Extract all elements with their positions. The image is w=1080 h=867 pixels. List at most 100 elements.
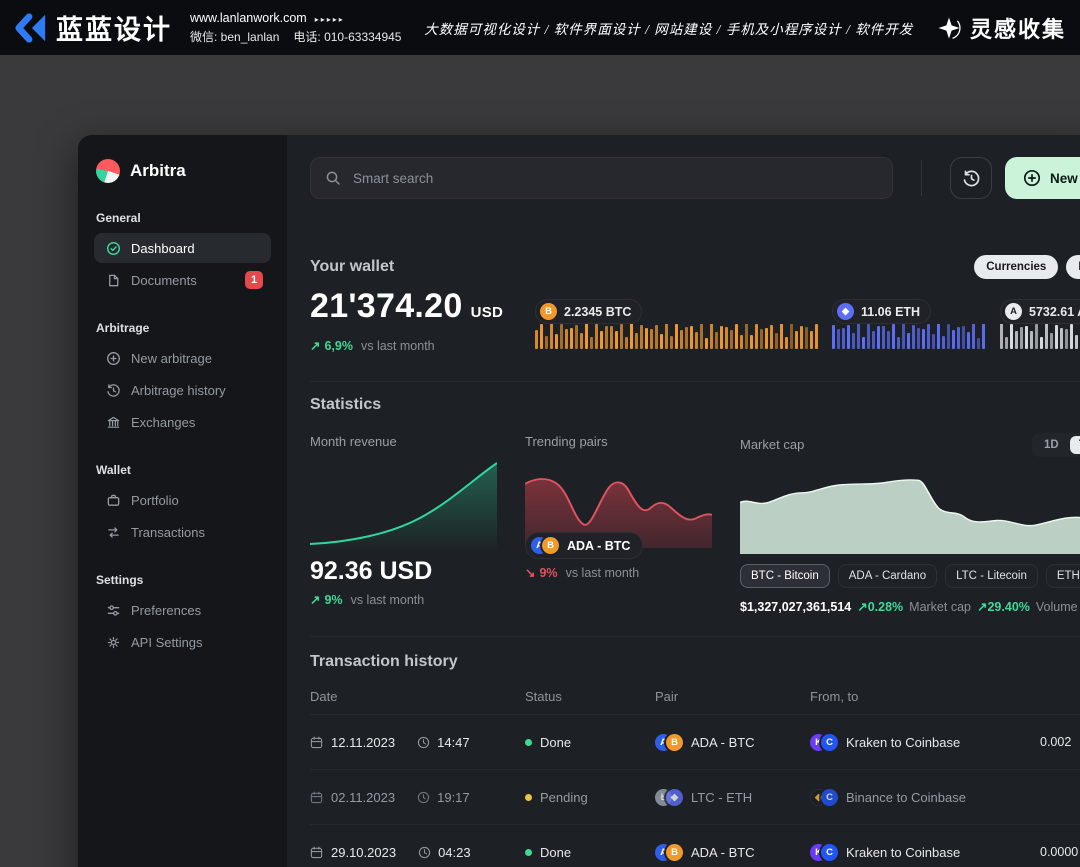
trending-pairs-card: Trending pairs	[525, 434, 712, 614]
dashboard-icon	[106, 241, 121, 256]
status-dot	[525, 849, 532, 856]
sidebar-item-arbitrage-history[interactable]: Arbitrage history	[94, 375, 271, 405]
ada-icon: A	[1005, 303, 1022, 320]
arbitra-logo-icon	[96, 159, 120, 183]
status-dot	[525, 794, 532, 801]
transaction-history-title: Transaction history	[310, 653, 1080, 671]
sidebar-item-new-arbitrage[interactable]: New arbitrage	[94, 343, 271, 373]
table-row[interactable]: 02.11.2023 19:17 Pending Ł ◆	[310, 769, 1080, 824]
transfer-arrows-icon	[106, 525, 121, 540]
new-arbitrage-button[interactable]: New a	[1005, 157, 1080, 199]
amount-cell: 0.002	[1040, 735, 1080, 749]
status-label: Done	[540, 845, 571, 860]
filter-ada[interactable]: ADA - Cardano	[838, 564, 937, 588]
statistics-title: Statistics	[310, 396, 1080, 414]
website-link[interactable]: www.lanlanwork.com	[190, 11, 307, 25]
eth-chip: ◆ 11.06 ETH	[832, 299, 931, 324]
briefcase-icon	[106, 493, 121, 508]
topbar: New a	[310, 157, 1080, 199]
sidebar-item-api-settings[interactable]: API Settings	[94, 627, 271, 657]
trending-change: ↘ 9% vs last month	[525, 565, 712, 580]
filter-btc[interactable]: BTC - Bitcoin	[740, 564, 830, 588]
ada-chip: A 5732.61 ADA	[1000, 299, 1080, 324]
coinbase-icon: C	[821, 844, 838, 861]
history-button[interactable]	[950, 157, 992, 199]
btc-icon: B	[666, 844, 683, 861]
wallet-change: ↗ 6,9% vs last month	[310, 338, 525, 353]
wallet-section: Your wallet Currencies E 21'374.20USD ↗ …	[310, 255, 1080, 353]
sparkle-icon	[936, 15, 962, 41]
sidebar: Arbitra General Dashboard Documents 1 Ar…	[78, 135, 287, 867]
documents-badge: 1	[245, 271, 263, 289]
transaction-history-section: Transaction history Date Status Pair Fro…	[310, 636, 1080, 867]
bank-icon	[106, 415, 121, 430]
search-input[interactable]	[351, 170, 878, 187]
clock-icon	[418, 846, 431, 859]
topbar-divider	[921, 160, 922, 196]
sidebar-item-dashboard[interactable]: Dashboard	[94, 233, 271, 263]
table-row[interactable]: 12.11.2023 14:47 Done A B	[310, 714, 1080, 769]
currencies-button[interactable]: Currencies	[974, 255, 1058, 279]
calendar-icon	[310, 791, 323, 804]
history-icon	[106, 383, 121, 398]
up-arrow-icon: ↗	[310, 592, 320, 607]
calendar-icon	[310, 846, 323, 859]
sliders-icon	[106, 603, 121, 618]
pair-chip: A B ADA - BTC	[525, 532, 643, 559]
range-1d[interactable]: 1D	[1035, 436, 1068, 454]
range-switcher: 1D 7D 1M	[1032, 433, 1080, 457]
up-arrow-icon: ↗	[857, 600, 867, 614]
status-label: Done	[540, 735, 571, 750]
filter-ltc[interactable]: LTC - Litecoin	[945, 564, 1038, 588]
ada-sparkline	[1000, 324, 1080, 349]
services-list: 大数据可视化设计 / 软件界面设计 / 网站建设 / 手机及小程序设计 / 软件…	[413, 18, 924, 38]
brand-block: 蓝蓝设计 www.lanlanwork.com▸▸▸▸▸ 微信: ben_lan…	[14, 8, 401, 47]
amount-cell: 0.0000	[1040, 845, 1080, 859]
market-cap-stats: $1,327,027,361,514 ↗0.28% Market cap ↗29…	[740, 599, 1080, 614]
up-arrow-icon: ↗	[310, 338, 320, 353]
wallet-balance: 21'374.20USD ↗ 6,9% vs last month	[310, 287, 525, 353]
table-row[interactable]: 29.10.2023 04:23 Done A B	[310, 824, 1080, 867]
sidebar-item-preferences[interactable]: Preferences	[94, 595, 271, 625]
btc-chip: B 2.2345 BTC	[535, 299, 642, 324]
sidebar-item-documents[interactable]: Documents 1	[94, 265, 271, 295]
app-name: Arbitra	[130, 161, 186, 181]
collection-link[interactable]: 灵感收集	[936, 12, 1066, 44]
app-logo: Arbitra	[96, 159, 271, 183]
range-7d[interactable]: 7D	[1070, 436, 1080, 454]
wechat-info: 微信: ben_lanlan	[190, 28, 279, 45]
search-box[interactable]	[310, 157, 893, 199]
btc-icon: B	[540, 303, 557, 320]
nav-section-settings: Settings	[96, 573, 271, 587]
plus-circle-icon	[106, 351, 121, 366]
plus-circle-icon	[1023, 169, 1041, 187]
eth-icon: ◆	[837, 303, 854, 320]
contact-info: www.lanlanwork.com▸▸▸▸▸ 微信: ben_lanlan 电…	[190, 11, 401, 45]
market-cap-chart	[740, 466, 1080, 554]
exchanges-button[interactable]: E	[1066, 255, 1080, 279]
sidebar-item-exchanges[interactable]: Exchanges	[94, 407, 271, 437]
main-content: New a Your wallet Currencies E 21'374.20…	[287, 135, 1080, 867]
wallet-amount: 21'374.20	[310, 287, 463, 325]
market-cap-card: Market cap 1D 7D 1M BTC -	[740, 434, 1080, 614]
filter-eth[interactable]: ETH - Ethereu	[1046, 564, 1080, 588]
btc-icon: B	[542, 537, 559, 554]
wallet-title: Your wallet	[310, 258, 394, 276]
sidebar-item-transactions[interactable]: Transactions	[94, 517, 271, 547]
market-cap-value: $1,327,027,361,514	[740, 600, 851, 614]
statistics-section: Statistics Month revenue	[310, 381, 1080, 614]
eth-holding: ◆ 11.06 ETH	[832, 287, 990, 349]
calendar-icon	[310, 736, 323, 749]
eth-icon: ◆	[666, 789, 683, 806]
ada-holding: A 5732.61 ADA	[1000, 287, 1080, 349]
market-coin-filters: BTC - Bitcoin ADA - Cardano LTC - Liteco…	[740, 564, 1080, 588]
brand-name: 蓝蓝设计	[56, 8, 172, 47]
page: 蓝蓝设计 www.lanlanwork.com▸▸▸▸▸ 微信: ben_lan…	[0, 0, 1080, 867]
phone-info: 电话: 010-63334945	[293, 28, 401, 45]
down-arrow-icon: ↘	[525, 565, 535, 580]
clock-icon	[417, 791, 430, 804]
sidebar-item-portfolio[interactable]: Portfolio	[94, 485, 271, 515]
tools-icon	[106, 635, 121, 650]
status-dot	[525, 739, 532, 746]
arbitra-app: Arbitra General Dashboard Documents 1 Ar…	[78, 135, 1080, 867]
